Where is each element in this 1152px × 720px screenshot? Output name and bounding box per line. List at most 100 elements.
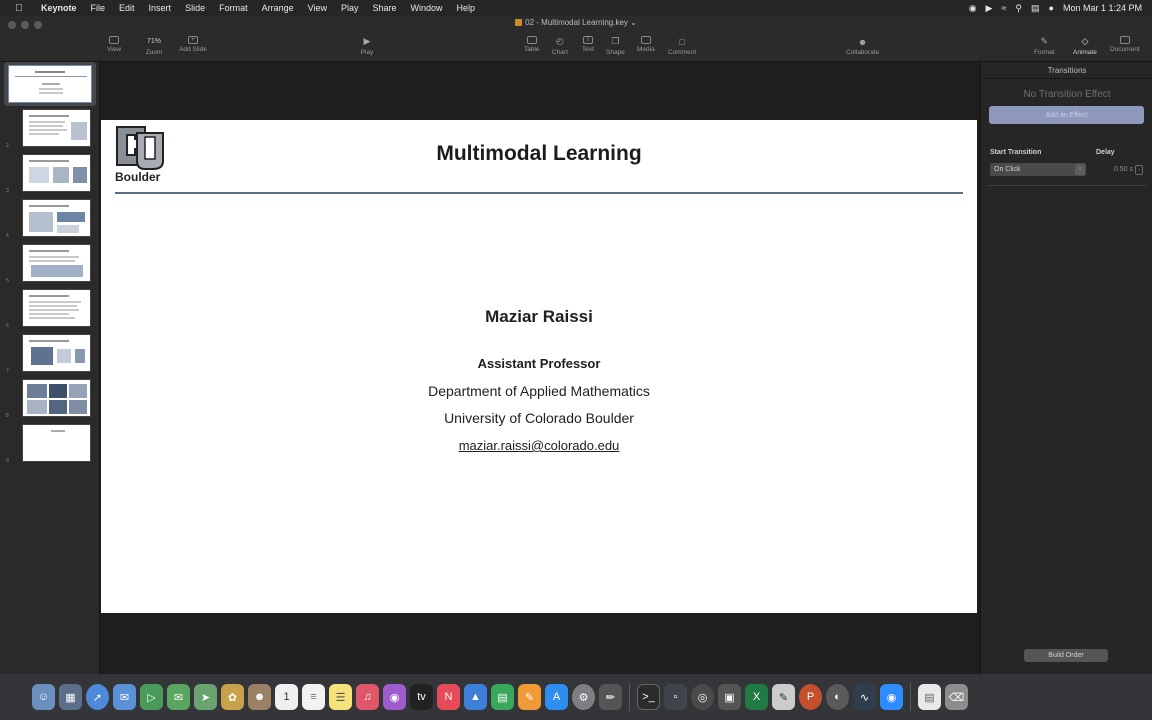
menu-file[interactable]: File (84, 3, 113, 13)
text-icon: T (582, 36, 593, 44)
slide-canvas[interactable]: Boulder Multimodal Learning Maziar Raiss… (100, 62, 980, 674)
disk-utility-icon[interactable]: ◐ (826, 684, 849, 710)
screen-recording-icon[interactable]: ◉ (969, 3, 977, 14)
keynote-icon[interactable]: ▲ (464, 684, 487, 710)
news-icon[interactable]: N (437, 684, 460, 710)
media-button[interactable]: Media (637, 36, 655, 53)
trash-icon[interactable]: ⌫ (945, 684, 968, 710)
delay-stepper[interactable]: 0.50 s ↕ (1099, 163, 1143, 176)
menu-insert[interactable]: Insert (142, 3, 179, 13)
document-button[interactable]: Document (1110, 36, 1140, 53)
dock: ☺ ▦ ➚ ✉ ▷ ✉ ➤ ✿ ☻ 1 ≡ ☰ ♫ ◉ tv N ▲ ▤ ✎ A… (0, 674, 1152, 720)
author-university[interactable]: University of Colorado Boulder (101, 410, 977, 426)
play-button[interactable]: ▶ Play (360, 36, 374, 56)
tab-transitions[interactable]: Transitions (981, 66, 1152, 75)
siri-icon[interactable]: ● (1049, 3, 1054, 13)
slide-thumbnail-image (22, 334, 91, 372)
start-transition-select[interactable]: On Click ↕ (990, 163, 1086, 176)
mail-icon[interactable]: ✉ (113, 684, 136, 710)
facetime-icon[interactable]: ▷ (140, 684, 163, 710)
document-icon[interactable]: ▤ (918, 684, 941, 710)
slide-thumbnail-image (22, 154, 91, 192)
messages-icon[interactable]: ✉ (167, 684, 190, 710)
notes-icon[interactable]: ☰ (329, 684, 352, 710)
console-icon[interactable]: ∿ (853, 684, 876, 710)
menu-arrange[interactable]: Arrange (255, 3, 301, 13)
author-name[interactable]: Maziar Raissi (101, 307, 977, 327)
powerpoint-icon[interactable]: P (799, 684, 822, 710)
slide-thumbnail-2[interactable]: 2 (0, 107, 100, 151)
slide-thumbnail-6[interactable]: 6 (0, 287, 100, 331)
animate-button[interactable]: ◇ Animate (1073, 36, 1097, 56)
collaborate-button[interactable]: ☻ Collaborate (846, 36, 879, 57)
apple-icon[interactable]:  (12, 3, 26, 14)
calendar-icon[interactable]: 1 (275, 684, 298, 710)
email-link[interactable]: maziar.raissi@colorado.edu (459, 438, 620, 453)
shape-button[interactable]: ❐ Shape (606, 36, 625, 56)
author-position[interactable]: Assistant Professor (101, 356, 977, 371)
slide[interactable]: Boulder Multimodal Learning Maziar Raiss… (101, 120, 977, 613)
animate-icon: ◇ (1081, 36, 1089, 46)
finder-icon[interactable]: ☺ (32, 684, 55, 710)
slide-title[interactable]: Multimodal Learning (101, 142, 977, 166)
play-status-icon[interactable]: ▶ (986, 3, 993, 14)
slide-thumbnail-9[interactable]: 9 (0, 422, 100, 466)
photos-icon[interactable]: ✿ (221, 684, 244, 710)
menu-view[interactable]: View (301, 3, 334, 13)
wifi-icon[interactable]: ≈ (1001, 3, 1006, 13)
slide-thumbnail-5[interactable]: 5 (0, 242, 100, 286)
zoom-icon[interactable]: ◉ (880, 684, 903, 710)
control-center-icon[interactable]: ▤ (1031, 3, 1040, 14)
author-department[interactable]: Department of Applied Mathematics (101, 383, 977, 399)
chart-button[interactable]: ◴ Chart (552, 36, 568, 56)
screenshot-icon[interactable]: ▣ (718, 684, 741, 710)
slide-thumbnail-image (22, 379, 91, 417)
menu-share[interactable]: Share (366, 3, 404, 13)
slide-thumbnail-1[interactable] (4, 62, 96, 106)
table-button[interactable]: Table (524, 36, 540, 53)
menu-play[interactable]: Play (334, 3, 366, 13)
stepper-arrows-icon[interactable]: ↕ (1135, 165, 1143, 175)
globe-icon[interactable]: ◎ (691, 684, 714, 710)
menu-format[interactable]: Format (212, 3, 255, 13)
slide-thumbnail-4[interactable]: 4 (0, 197, 100, 241)
system-preferences-icon[interactable]: ⚙ (572, 684, 595, 710)
script-editor-icon[interactable]: ✏ (599, 684, 622, 710)
text-edit-icon[interactable]: ✎ (772, 684, 795, 710)
excel-icon[interactable]: X (745, 684, 768, 710)
zoom-value[interactable]: 71% (141, 36, 167, 47)
add-slide-button[interactable]: + Add Slide (179, 36, 207, 53)
spotlight-search-icon[interactable]: ⚲ (1015, 3, 1022, 14)
maps-icon[interactable]: ➤ (194, 684, 217, 710)
menu-app[interactable]: Keynote (34, 3, 84, 13)
contacts-icon[interactable]: ☻ (248, 684, 271, 710)
media-icon (640, 36, 651, 44)
activity-monitor-icon[interactable]: ▫ (664, 684, 687, 710)
format-button[interactable]: ✎ Format (1034, 36, 1055, 56)
menu-help[interactable]: Help (450, 3, 483, 13)
numbers-icon[interactable]: ▤ (491, 684, 514, 710)
app-store-icon[interactable]: A (545, 684, 568, 710)
tv-icon[interactable]: tv (410, 684, 433, 710)
add-effect-button[interactable]: Add an Effect (989, 106, 1144, 124)
text-button[interactable]: T Text (582, 36, 594, 53)
terminal-icon[interactable]: >_ (637, 684, 660, 710)
slide-thumbnail-3[interactable]: 3 (0, 152, 100, 196)
view-button[interactable]: View (107, 36, 121, 53)
launchpad-icon[interactable]: ▦ (59, 684, 82, 710)
menu-edit[interactable]: Edit (112, 3, 142, 13)
pages-icon[interactable]: ✎ (518, 684, 541, 710)
clock[interactable]: Mon Mar 1 1:24 PM (1063, 3, 1142, 13)
dock-divider (910, 683, 911, 711)
menu-window[interactable]: Window (404, 3, 450, 13)
comment-button[interactable]: □ Comment (668, 36, 696, 57)
build-order-button[interactable]: Build Order (1024, 649, 1108, 662)
podcasts-icon[interactable]: ◉ (383, 684, 406, 710)
slide-thumbnail-8[interactable]: 8 (0, 377, 100, 421)
reminders-icon[interactable]: ≡ (302, 684, 325, 710)
music-icon[interactable]: ♫ (356, 684, 379, 710)
safari-icon[interactable]: ➚ (86, 684, 109, 710)
menu-slide[interactable]: Slide (178, 3, 212, 13)
zoom-control[interactable]: 71% Zoom (141, 36, 167, 56)
slide-thumbnail-7[interactable]: 7 (0, 332, 100, 376)
